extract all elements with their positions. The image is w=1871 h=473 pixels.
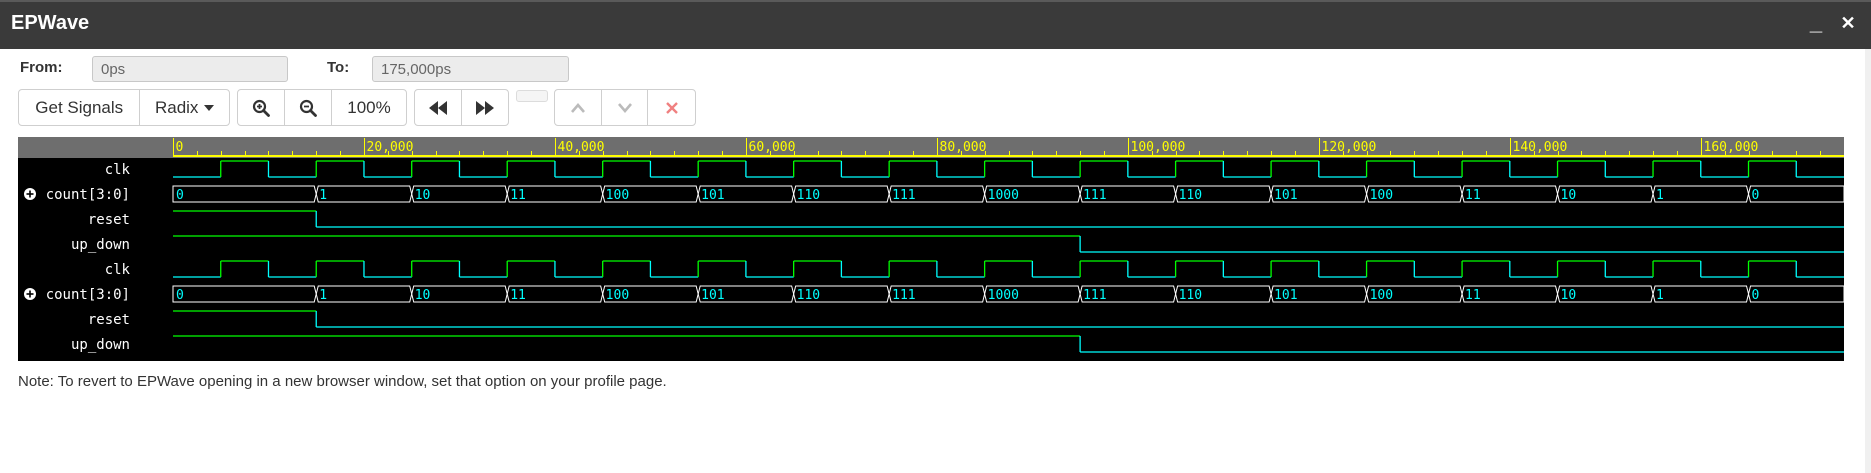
zoom-out-icon: [299, 99, 317, 117]
bus-value: 111: [1083, 188, 1106, 203]
rewind-icon: [428, 100, 447, 115]
ruler-label: 60,000: [749, 140, 796, 155]
ruler-label: 160,000: [1704, 140, 1759, 155]
move-down-button[interactable]: [602, 90, 649, 125]
bus-value: 110: [1179, 288, 1202, 303]
signal-name: reset: [88, 212, 130, 228]
signal-name: clk: [105, 262, 131, 278]
bus-value: 0: [176, 188, 184, 203]
bus-value: 11: [1465, 188, 1481, 203]
blank-button[interactable]: [516, 90, 548, 102]
zoom-in-icon: [252, 99, 270, 117]
bus-value: 1000: [988, 188, 1019, 203]
remove-signal-button[interactable]: [648, 90, 695, 125]
to-label: To:: [327, 59, 350, 76]
bus-value: 111: [1083, 288, 1106, 303]
bus-value: 110: [1179, 188, 1202, 203]
bus-value: 0: [1752, 288, 1760, 303]
waveform-viewer[interactable]: 0 20,000 40,000 60,000 80,000 100,000 120,000 1…: [18, 137, 1845, 361]
waveform-canvas[interactable]: 0 20,000 40,000 60,000 80,000 100,000 120,000 1…: [18, 137, 1845, 361]
move-up-button[interactable]: [555, 90, 602, 125]
ruler-label: 120,000: [1322, 140, 1377, 155]
minimize-icon[interactable]: _: [1803, 8, 1829, 38]
window-title: EPWave: [11, 12, 90, 34]
bus-value: 1000: [988, 288, 1019, 303]
bus-value: 1: [1656, 288, 1664, 303]
title-bar: EPWave _ ✕: [0, 0, 1871, 49]
bus-value: 100: [606, 188, 629, 203]
bus-value: 1: [1656, 188, 1664, 203]
close-window-icon[interactable]: ✕: [1835, 8, 1861, 38]
fast-forward-icon: [475, 100, 494, 115]
bus-value: 0: [176, 288, 184, 303]
bus-value: 0: [1752, 188, 1760, 203]
bus-value: 10: [415, 288, 431, 303]
signal-order-button-group: [554, 89, 696, 126]
bus-value: 110: [797, 188, 820, 203]
from-label: From:: [20, 59, 63, 76]
time-ruler: [18, 137, 1844, 158]
chevron-up-icon: [570, 102, 585, 113]
bus-value: 101: [1274, 188, 1297, 203]
signal-name: clk: [105, 162, 131, 178]
bus-value: 11: [510, 288, 526, 303]
fast-forward-button[interactable]: [462, 90, 509, 125]
bus-value: 1: [319, 188, 327, 203]
rewind-button[interactable]: [415, 90, 462, 125]
to-input[interactable]: [372, 56, 569, 82]
signal-name: count[3:0]: [46, 287, 130, 303]
bus-value: 101: [1274, 288, 1297, 303]
close-icon: [665, 101, 678, 114]
signals-button-group: Get Signals Radix: [18, 89, 230, 126]
ruler-label: 20,000: [367, 140, 414, 155]
signal-name: up_down: [71, 337, 130, 353]
bus-value: 10: [1561, 288, 1577, 303]
ruler-label: 100,000: [1131, 140, 1186, 155]
bus-value: 100: [1370, 188, 1393, 203]
top-strip: [0, 0, 1871, 2]
radix-dropdown[interactable]: Radix: [140, 90, 229, 125]
get-signals-button[interactable]: Get Signals: [19, 90, 141, 125]
bus-value: 110: [797, 288, 820, 303]
bus-value: 11: [1465, 288, 1481, 303]
signal-name: reset: [88, 312, 130, 328]
bus-value: 10: [1561, 188, 1577, 203]
bus-value: 101: [701, 288, 724, 303]
signal-name: up_down: [71, 237, 130, 253]
ruler-label: 0: [176, 140, 184, 155]
ruler-label: 140,000: [1513, 140, 1568, 155]
signal-name: count[3:0]: [46, 187, 130, 203]
zoom-button-group: 100%: [237, 89, 407, 126]
caret-down-icon: [204, 104, 215, 111]
bus-value: 10: [415, 188, 431, 203]
bus-value: 100: [606, 288, 629, 303]
bus-value: 100: [1370, 288, 1393, 303]
ruler-label: 40,000: [558, 140, 605, 155]
bus-value: 111: [892, 288, 915, 303]
zoom-out-button[interactable]: [285, 90, 332, 125]
bus-value: 101: [701, 188, 724, 203]
zoom-level-button[interactable]: 100%: [332, 90, 406, 125]
radix-label: Radix: [154, 97, 199, 117]
ruler-label: 80,000: [940, 140, 987, 155]
zoom-in-button[interactable]: [238, 90, 285, 125]
scrollbar[interactable]: [1865, 49, 1871, 473]
note-text: Note: To revert to EPWave opening in a n…: [18, 373, 667, 390]
bus-value: 111: [892, 188, 915, 203]
bus-value: 1: [319, 288, 327, 303]
navigation-button-group: [414, 89, 509, 126]
chevron-down-icon: [617, 102, 632, 113]
from-input[interactable]: [92, 56, 288, 82]
bus-value: 11: [510, 188, 526, 203]
